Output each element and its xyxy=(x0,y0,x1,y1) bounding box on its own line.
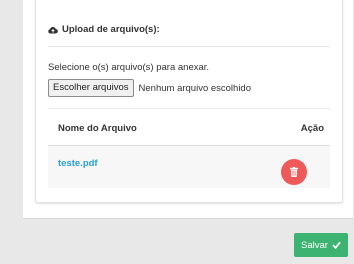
upload-title: Upload de arquivo(s): xyxy=(62,24,160,35)
files-table: Nome do Arquivo Ação teste.pdf xyxy=(48,108,330,188)
trash-icon xyxy=(290,167,298,177)
file-link[interactable]: teste.pdf xyxy=(58,158,98,169)
upload-card: Upload de arquivo(s): Selecione o(s) arq… xyxy=(35,0,343,203)
table-header: Nome do Arquivo Ação xyxy=(48,108,330,147)
table-row: teste.pdf xyxy=(48,146,330,188)
delete-file-button[interactable] xyxy=(281,159,307,185)
no-file-text: Nenhum arquivo escolhido xyxy=(138,82,251,94)
upload-panel: Upload de arquivo(s): Selecione o(s) arq… xyxy=(23,0,353,219)
cloud-upload-icon xyxy=(48,26,58,34)
card-header: Upload de arquivo(s): xyxy=(48,24,160,35)
file-input[interactable]: Escolher arquivos Nenhum arquivo escolhi… xyxy=(48,79,251,97)
column-header-action: Ação xyxy=(300,123,324,134)
divider xyxy=(48,46,330,47)
select-files-label: Selecione o(s) arquivo(s) para anexar. xyxy=(48,62,210,73)
save-button[interactable]: Salvar xyxy=(294,233,348,257)
choose-files-button[interactable]: Escolher arquivos xyxy=(48,79,134,97)
column-header-file-name: Nome do Arquivo xyxy=(58,123,137,134)
save-button-label: Salvar xyxy=(301,239,328,251)
check-icon xyxy=(332,241,341,249)
